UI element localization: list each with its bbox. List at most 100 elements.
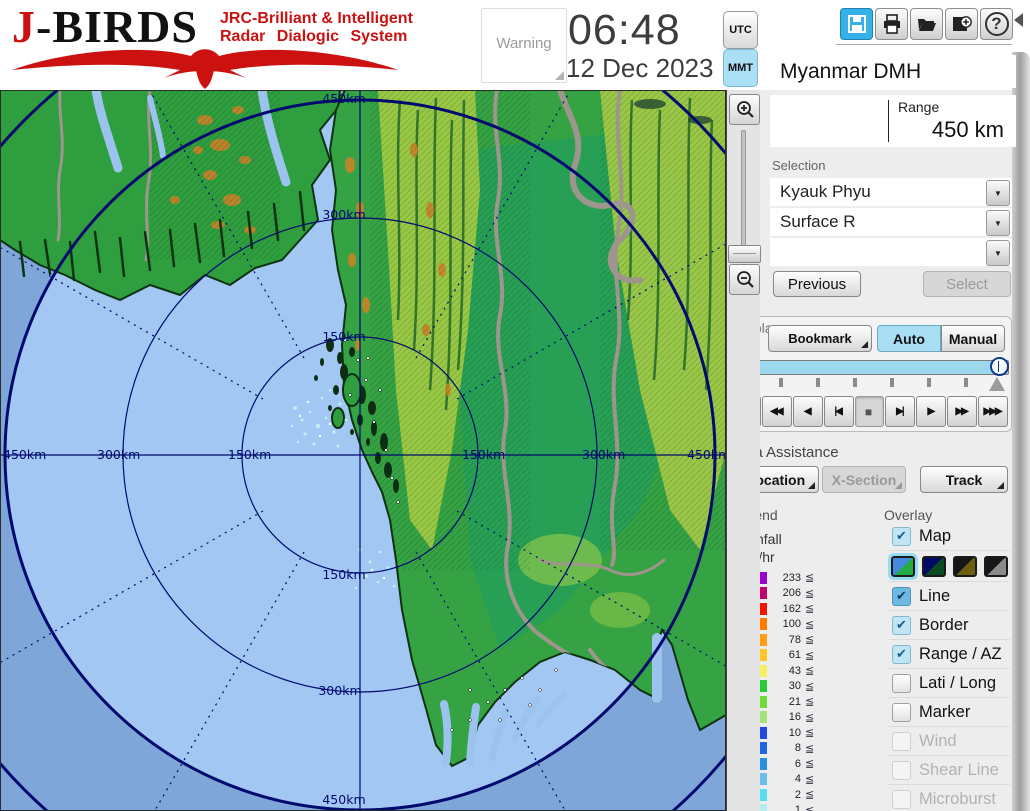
manual-button[interactable]: Manual xyxy=(941,325,1005,352)
rewind-button[interactable]: ◀◀ xyxy=(762,396,792,427)
lte-icon: ≦ xyxy=(805,649,814,662)
forward-fast-button[interactable]: ▶▶▶ xyxy=(978,396,1008,427)
xsection-button[interactable]: X-Section xyxy=(822,466,906,493)
magnifier-minus-icon xyxy=(735,270,755,290)
legend-value: 100 xyxy=(773,618,801,630)
warning-panel[interactable]: Warning xyxy=(481,8,567,83)
overlay-row-marker[interactable]: Marker xyxy=(888,698,1010,727)
dropdown-caret-icon[interactable]: ▼ xyxy=(986,210,1010,236)
overlay-item-label: Map xyxy=(919,527,951,546)
legend-value: 10 xyxy=(773,727,801,739)
logo-tagline-1: JRC-Brilliant & Intelligent xyxy=(220,10,413,28)
save-button[interactable] xyxy=(840,8,873,40)
previous-button[interactable]: Previous xyxy=(773,271,861,297)
lte-icon: ≦ xyxy=(805,757,814,770)
bookmark-label: Bookmark xyxy=(788,331,852,346)
range-marker-right[interactable] xyxy=(989,377,1005,391)
overlay-item-label: Line xyxy=(919,587,950,606)
resize-grip-icon[interactable] xyxy=(555,71,564,80)
zoom-out-button[interactable] xyxy=(729,264,760,295)
jbirds-logo: J-BIRDS JRC-Brilliant & Intelligent Rada… xyxy=(8,4,408,88)
open-folder-button[interactable] xyxy=(910,8,943,40)
checkbox-checked-icon[interactable]: ✔ xyxy=(892,527,911,546)
menu-corner-icon xyxy=(997,482,1004,489)
product-dropdown-value: Surface R xyxy=(780,208,856,236)
add-window-button[interactable] xyxy=(945,8,978,40)
legend-value: 162 xyxy=(773,603,801,615)
legend-value: 2 xyxy=(773,789,801,801)
lte-icon: ≦ xyxy=(805,726,814,739)
dropdown-caret-icon[interactable]: ▼ xyxy=(986,180,1010,206)
checkbox-disabled-icon xyxy=(892,761,911,780)
replay-progress-slider[interactable] xyxy=(736,360,1009,375)
printer-icon xyxy=(882,14,902,34)
checkbox-checked-icon[interactable]: ✔ xyxy=(892,587,911,606)
station-name: Myanmar DMH xyxy=(770,55,1016,88)
radar-map[interactable]: 450km 300km 150km 150km 300km 450km 450k… xyxy=(0,90,726,811)
mmt-button[interactable]: MMT xyxy=(723,49,758,87)
slider-tick xyxy=(779,378,783,387)
collapse-arrow-icon[interactable] xyxy=(1014,13,1023,27)
range-value: 450 km xyxy=(932,117,1004,143)
dropdown-caret-icon[interactable]: ▼ xyxy=(986,240,1010,266)
play-button[interactable]: ▶ xyxy=(916,396,946,427)
overlay-row-border[interactable]: ✔ Border xyxy=(888,611,1010,640)
step-back-button[interactable]: |◀ xyxy=(824,396,854,427)
overlay-item-label: Microburst xyxy=(919,790,996,809)
checkbox-checked-icon[interactable]: ✔ xyxy=(892,645,911,664)
map-style-1[interactable] xyxy=(891,556,915,577)
range-display: Range 450 km xyxy=(770,95,1016,147)
auto-button[interactable]: Auto xyxy=(877,325,941,352)
forward-button[interactable]: ▶▶ xyxy=(947,396,977,427)
svg-text:450km: 450km xyxy=(322,91,365,106)
help-button[interactable]: ? xyxy=(980,8,1013,40)
zoom-slider-track[interactable] xyxy=(741,130,746,260)
overlay-row-lati-long[interactable]: Lati / Long xyxy=(888,669,1010,698)
overlay-item-label: Marker xyxy=(919,703,970,722)
legend-value: 8 xyxy=(773,742,801,754)
checkbox-unchecked-icon[interactable] xyxy=(892,674,911,693)
lte-icon: ≦ xyxy=(805,618,814,631)
checkbox-unchecked-icon[interactable] xyxy=(892,703,911,722)
lte-icon: ≦ xyxy=(805,571,814,584)
legend-value: 30 xyxy=(773,680,801,692)
map-style-3[interactable] xyxy=(953,556,977,577)
utc-button[interactable]: UTC xyxy=(723,11,758,49)
overlay-item-label: Range / AZ xyxy=(919,645,1002,664)
overlay-item-label: Lati / Long xyxy=(919,674,996,693)
slider-tick xyxy=(927,378,931,387)
svg-text:450km: 450km xyxy=(3,447,46,462)
overlay-row-map[interactable]: ✔ Map xyxy=(888,522,1010,551)
svg-text:300km: 300km xyxy=(318,683,361,698)
magnifier-plus-icon xyxy=(735,100,755,120)
track-label: Track xyxy=(946,472,983,488)
option-dropdown[interactable]: ▼ xyxy=(770,238,1012,266)
overlay-row-line[interactable]: ✔ Line xyxy=(888,582,1010,611)
map-style-2[interactable] xyxy=(922,556,946,577)
track-button[interactable]: Track xyxy=(920,466,1008,493)
jbirds-window: 450km 300km 150km 150km 300km 450km 450k… xyxy=(0,0,1030,811)
stop-button[interactable]: ■ xyxy=(855,396,885,427)
select-button[interactable]: Select xyxy=(923,271,1011,297)
play-back-button[interactable]: ◀ xyxy=(793,396,823,427)
checkbox-checked-icon[interactable]: ✔ xyxy=(892,616,911,635)
range-label: Range xyxy=(898,99,939,115)
slider-thumb[interactable] xyxy=(990,357,1009,376)
lte-icon: ≦ xyxy=(805,587,814,600)
site-dropdown[interactable]: Kyauk Phyu ▼ xyxy=(770,178,1012,206)
step-forward-button[interactable]: ▶| xyxy=(885,396,915,427)
bookmark-button[interactable]: Bookmark xyxy=(768,325,872,352)
overlay-row-range-az[interactable]: ✔ Range / AZ xyxy=(888,640,1010,669)
overlay-row-microburst: Microburst xyxy=(888,785,1010,811)
zoom-slider-handle[interactable] xyxy=(728,245,761,263)
panel-edge xyxy=(1012,52,1030,811)
legend-value: 78 xyxy=(773,634,801,646)
checkbox-disabled-icon xyxy=(892,732,911,751)
svg-text:150km: 150km xyxy=(228,447,271,462)
product-dropdown[interactable]: Surface R ▼ xyxy=(770,208,1012,236)
map-style-4[interactable] xyxy=(984,556,1008,577)
svg-text:450km: 450km xyxy=(687,447,726,462)
print-button[interactable] xyxy=(875,8,908,40)
zoom-in-button[interactable] xyxy=(729,94,760,125)
lte-icon: ≦ xyxy=(805,680,814,693)
